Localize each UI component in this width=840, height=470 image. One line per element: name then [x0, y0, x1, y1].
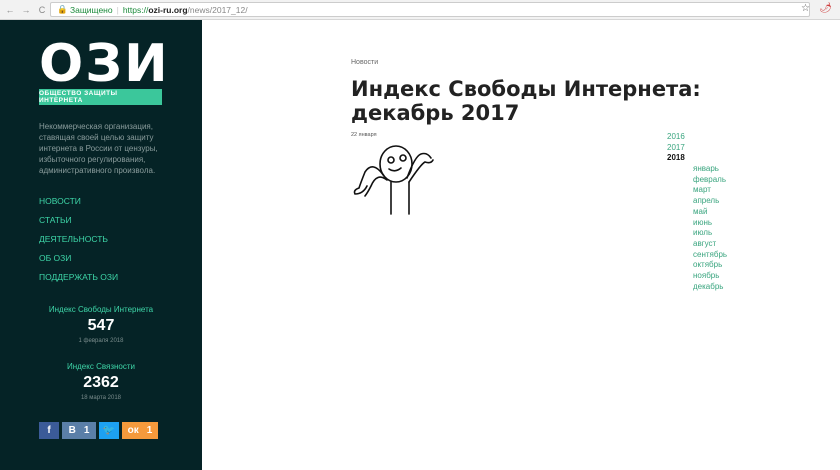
current-year: 2018 [667, 153, 685, 162]
index-date: 18 марта 2018 [80, 395, 122, 401]
menu-item-support[interactable]: ПОДДЕРЖАТЬ ОЗИ [39, 272, 118, 291]
connectivity-index[interactable]: Индекс Связности 2362 18 марта 2018 [0, 362, 202, 401]
vk-share-button[interactable]: В1 [62, 422, 96, 439]
month-link[interactable]: ноябрь [693, 271, 727, 282]
url-host: ozi-ru.org [148, 4, 188, 15]
reload-icon[interactable]: C [36, 5, 48, 15]
archive-months: январь февраль март апрель май июнь июль… [693, 164, 727, 292]
menu-item-news[interactable]: НОВОСТИ [39, 196, 118, 215]
menu-item-activity[interactable]: ДЕЯТЕЛЬНОСТЬ [39, 234, 118, 253]
main-menu: НОВОСТИ СТАТЬИ ДЕЯТЕЛЬНОСТЬ ОБ ОЗИ ПОДДЕ… [39, 196, 118, 291]
month-link[interactable]: январь [693, 164, 727, 175]
logo-tagline: ОБЩЕСТВО ЗАЩИТЫ ИНТЕРНЕТА [39, 89, 162, 105]
forward-icon[interactable]: → [20, 5, 32, 15]
index-value: 547 [87, 317, 115, 334]
shrug-meme-image [353, 145, 434, 215]
divider: | [116, 4, 119, 15]
menu-item-about[interactable]: ОБ ОЗИ [39, 253, 118, 272]
index-label: Индекс Связности [66, 362, 136, 371]
ok-share-button[interactable]: ок 1 [122, 422, 158, 439]
month-link[interactable]: июнь [693, 218, 727, 229]
page-title: Индекс Свободы Интернета: декабрь 2017 [351, 77, 701, 125]
main-content: Новости Индекс Свободы Интернета: декабр… [202, 20, 840, 470]
month-link[interactable]: сентябрь [693, 250, 727, 261]
month-link[interactable]: март [693, 185, 727, 196]
year-link[interactable]: 2016 [667, 132, 685, 143]
back-icon[interactable]: ← [4, 5, 16, 15]
internet-freedom-index[interactable]: Индекс Свободы Интернета 547 1 февраля 2… [0, 305, 202, 344]
bookmark-star-icon[interactable]: ☆ [801, 3, 810, 14]
month-link[interactable]: июль [693, 228, 727, 239]
sidebar: ОЗИ ОБЩЕСТВО ЗАЩИТЫ ИНТЕРНЕТА Некоммерче… [0, 20, 202, 470]
month-link[interactable]: август [693, 239, 727, 250]
facebook-icon: f [47, 425, 51, 436]
vk-icon: В [68, 425, 76, 436]
ok-count: 1 [146, 425, 153, 436]
index-label: Индекс Свободы Интернета [48, 305, 154, 314]
logo[interactable]: ОЗИ [39, 34, 170, 94]
month-link[interactable]: октябрь [693, 260, 727, 271]
social-buttons: f В1 🐦 ок 1 [39, 422, 158, 439]
extension-icon[interactable]: 🌶 [819, 3, 832, 14]
url-scheme: https:// [122, 4, 149, 15]
facebook-share-button[interactable]: f [39, 422, 59, 439]
index-date: 1 февраля 2018 [78, 338, 124, 344]
twitter-icon: 🐦 [102, 425, 116, 436]
year-link[interactable]: 2017 [667, 143, 685, 154]
twitter-share-button[interactable]: 🐦 [99, 422, 119, 439]
month-link[interactable]: февраль [693, 175, 727, 186]
secure-label: Защищено [69, 4, 113, 15]
menu-item-articles[interactable]: СТАТЬИ [39, 215, 118, 234]
address-bar[interactable]: 🔒 Защищено | https:// ozi-ru.org /news/2… [50, 2, 810, 17]
post-date: 22 января [351, 132, 377, 138]
month-link[interactable]: апрель [693, 196, 727, 207]
index-value: 2362 [83, 374, 119, 391]
lock-icon: 🔒 [57, 4, 70, 14]
browser-toolbar: ← → C 🔒 Защищено | https:// ozi-ru.org /… [0, 0, 840, 20]
vk-count: 1 [83, 425, 90, 436]
ok-icon: ок [127, 425, 139, 436]
month-link[interactable]: декабрь [693, 282, 727, 293]
month-link[interactable]: май [693, 207, 727, 218]
org-description: Некоммерческая организация, ставящая сво… [39, 122, 158, 175]
archive-years: 2016 2017 2018 [667, 132, 685, 164]
url-path: /news/2017_12/ [187, 4, 248, 15]
breadcrumb[interactable]: Новости [351, 59, 378, 66]
